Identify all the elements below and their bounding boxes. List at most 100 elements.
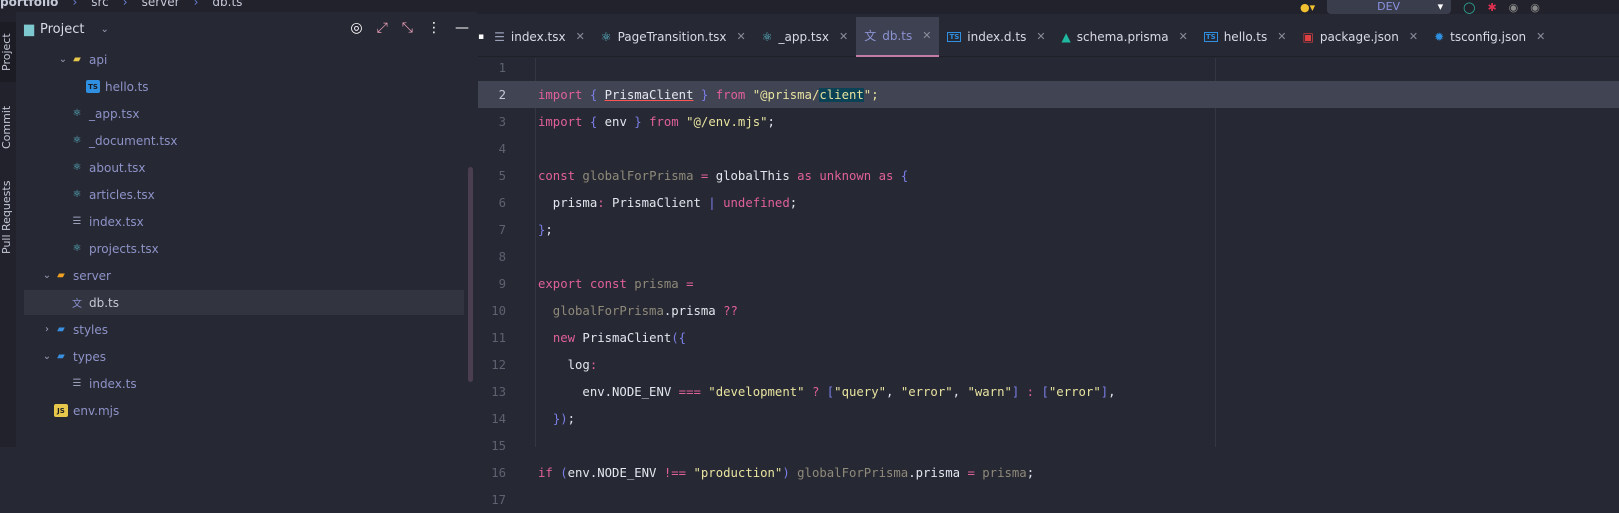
chevron-down-icon[interactable]: ⌄ [40,351,54,362]
close-icon[interactable]: ✕ [1179,30,1188,43]
editor-tab[interactable]: ⚛ PageTransition.tsx ✕ [593,17,754,57]
tree-scrollbar[interactable] [468,167,473,382]
folder-types-icon: ▰ [57,351,65,362]
code-line[interactable]: 13 env.NODE_ENV === "development" ? ["qu… [478,378,1619,405]
tree-item[interactable]: ⚛ _app.tsx [24,101,464,126]
code-text: log: [538,357,598,372]
user-icon[interactable]: ●▾ [1300,1,1315,14]
npm-icon: ▣ [1302,29,1314,44]
code-line[interactable]: 14 }); [478,405,1619,432]
editor-tab[interactable]: ▲ schema.prisma ✕ [1054,17,1196,57]
code-line[interactable]: 4 [478,135,1619,162]
more-options-icon[interactable]: ⋮ [427,20,441,36]
run-config-select[interactable]: DEV ▾ [1327,0,1452,14]
tab-label: schema.prisma [1076,29,1169,44]
code-line[interactable]: 5 const globalForPrisma = globalThis as u… [478,162,1619,189]
editor-tab[interactable]: 文 db.ts ✕ [856,16,940,57]
close-icon[interactable]: ✕ [576,30,585,43]
project-panel-header[interactable]: ▆ Project ⌄ [24,22,109,37]
react-icon: ⚛ [72,162,82,173]
tabs-menu-icon[interactable]: ▪ [478,32,484,42]
tree-item[interactable]: ☰ index.tsx [24,209,464,234]
code-line[interactable]: 2 import { PrismaClient } from "@prisma/c… [478,81,1619,108]
code-line[interactable]: 10 globalForPrisma.prisma ?? [478,297,1619,324]
tree-item[interactable]: ⚛ projects.tsx [24,236,464,261]
breadcrumb-project[interactable]: portfolio [0,0,58,9]
editor-tab[interactable]: ✹ tsconfig.json ✕ [1426,17,1553,57]
line-number: 10 [491,303,506,318]
react-icon: ⚛ [72,189,82,200]
code-line[interactable]: 7}; [478,216,1619,243]
tree-item-label: env.mjs [73,403,120,418]
editor-tab[interactable]: TS index.d.ts ✕ [939,17,1053,57]
tree-item[interactable]: JS env.mjs [24,398,464,423]
commit-tool-tab[interactable]: Commit [0,97,16,157]
code-line[interactable]: 9 export const prisma = [478,270,1619,297]
chevron-down-icon[interactable]: ⌄ [40,270,54,281]
line-number: 15 [491,438,506,453]
breadcrumb-src[interactable]: src [91,0,109,9]
line-number: 16 [491,465,506,480]
close-icon[interactable]: ✕ [1536,30,1545,43]
folder-api-icon: ▰ [73,54,81,65]
editor-tab[interactable]: ⚛ _app.tsx ✕ [754,17,856,57]
code-token: ; [1026,465,1035,480]
chevron-down-icon[interactable]: ⌄ [100,24,108,35]
tree-item-label: db.ts [89,295,120,310]
tree-item[interactable]: ⌄ ▰ server [24,263,464,288]
hide-panel-icon[interactable]: — [455,20,469,36]
profile-icon[interactable]: ◉ [1509,1,1519,14]
code-line[interactable]: 16 if (env.NODE_ENV !== "production") glo… [478,459,1619,486]
close-icon[interactable]: ✕ [1036,30,1045,43]
tree-item[interactable]: ⚛ articles.tsx [24,182,464,207]
tree-item[interactable]: ☰ index.ts [24,371,464,396]
close-icon[interactable]: ✕ [1409,30,1418,43]
code-line[interactable]: 1 [478,54,1619,81]
tree-item-label: _app.tsx [89,106,140,121]
code-line[interactable]: 15 [478,432,1619,459]
code-editor[interactable]: 1 2 import { PrismaClient } from "@prisma/… [478,58,1619,507]
project-tool-tab[interactable]: Project [0,22,16,82]
chevron-down-icon[interactable]: ⌄ [56,54,70,65]
code-line[interactable]: 6 prisma: PrismaClient | undefined; [478,189,1619,216]
debug-icon[interactable]: ✱ [1487,1,1496,14]
chevron-right-icon[interactable]: › [40,324,54,335]
tree-item-label: types [73,349,107,364]
editor-tab[interactable]: TS hello.ts ✕ [1196,17,1295,57]
close-icon[interactable]: ✕ [922,29,931,42]
code-token: env.NODE_ENV [538,384,679,399]
code-token: unknown [819,168,872,183]
tree-item[interactable]: ⌄ ▰ api [24,47,464,72]
tree-item[interactable]: › ▰ styles [24,317,464,342]
code-line[interactable]: 17 [478,486,1619,513]
close-icon[interactable]: ✕ [839,30,848,43]
code-token: : [597,195,605,210]
stop-icon[interactable]: ◉ [1530,1,1540,14]
line-number: 9 [498,276,506,291]
code-line[interactable]: 3 import { env } from "@/env.mjs"; [478,108,1619,135]
close-icon[interactable]: ✕ [737,30,746,43]
editor-tab[interactable]: ☰ index.tsx ✕ [486,17,593,57]
tree-item[interactable]: ⌄ ▰ types [24,344,464,369]
locate-icon[interactable]: ◎ [350,20,362,36]
tree-item[interactable]: 文 db.ts [24,290,464,315]
breadcrumb-server[interactable]: server [142,0,180,9]
expand-all-icon[interactable]: ⤢ [377,20,388,36]
code-token: log [538,357,590,372]
code-line[interactable]: 12 log: [478,351,1619,378]
breadcrumb-file[interactable]: db.ts [212,0,242,9]
code-line[interactable]: 11 new PrismaClient({ [478,324,1619,351]
code-text: globalForPrisma.prisma ?? [538,304,738,318]
close-icon[interactable]: ✕ [1277,30,1286,43]
pull-requests-tool-tab[interactable]: Pull Requests [0,172,16,262]
code-token: , [1108,384,1116,399]
tree-item[interactable]: TS hello.ts [24,74,464,99]
tree-item[interactable]: ⚛ _document.tsx [24,128,464,153]
run-icon[interactable]: ◯ [1463,1,1475,14]
editor-tab[interactable]: ▣ package.json ✕ [1294,17,1426,57]
collapse-all-icon[interactable]: ⤡ [402,20,413,36]
code-line[interactable]: 8 [478,243,1619,270]
tree-item[interactable]: ⚛ about.tsx [24,155,464,180]
line-number: 14 [491,411,506,426]
